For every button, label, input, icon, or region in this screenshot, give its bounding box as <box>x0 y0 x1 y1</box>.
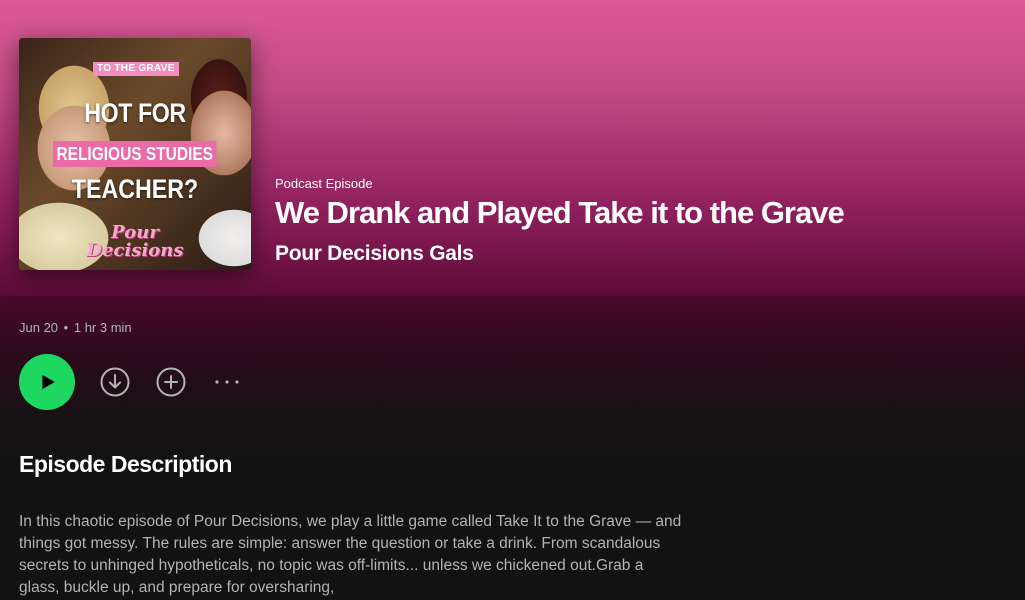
episode-duration: 1 hr 3 min <box>73 320 132 335</box>
episode-date: Jun 20 <box>19 320 59 335</box>
add-to-library-button[interactable] <box>155 366 187 398</box>
download-icon <box>100 367 130 397</box>
meta-separator: • <box>63 320 69 335</box>
cover-tag: TO THE GRAVE <box>93 62 179 76</box>
episode-meta: Jun 20 • 1 hr 3 min <box>19 320 132 335</box>
cover-logo: Pour Decisions <box>75 224 195 260</box>
more-options-icon <box>215 380 239 384</box>
download-button[interactable] <box>99 366 131 398</box>
episode-description-heading: Episode Description <box>19 451 232 477</box>
play-icon <box>42 374 55 390</box>
episode-cover-art[interactable]: TO THE GRAVE HOT FOR RELIGIOUS STUDIES T… <box>19 38 251 270</box>
episode-title: We Drank and Played Take it to the Grave <box>275 195 845 230</box>
cover-line2: RELIGIOUS STUDIES <box>53 141 217 167</box>
show-name-link[interactable]: Pour Decisions Gals <box>275 242 474 266</box>
add-icon <box>156 367 186 397</box>
cover-line3: TEACHER? <box>71 174 199 204</box>
cover-logo-line2: Decisions <box>86 240 184 261</box>
cover-line1: HOT FOR <box>84 98 186 128</box>
episode-description-text: In this chaotic episode of Pour Decision… <box>19 513 682 596</box>
play-button[interactable] <box>19 354 75 410</box>
episode-type-label: Podcast Episode <box>275 176 373 191</box>
more-options-button[interactable] <box>211 366 243 398</box>
